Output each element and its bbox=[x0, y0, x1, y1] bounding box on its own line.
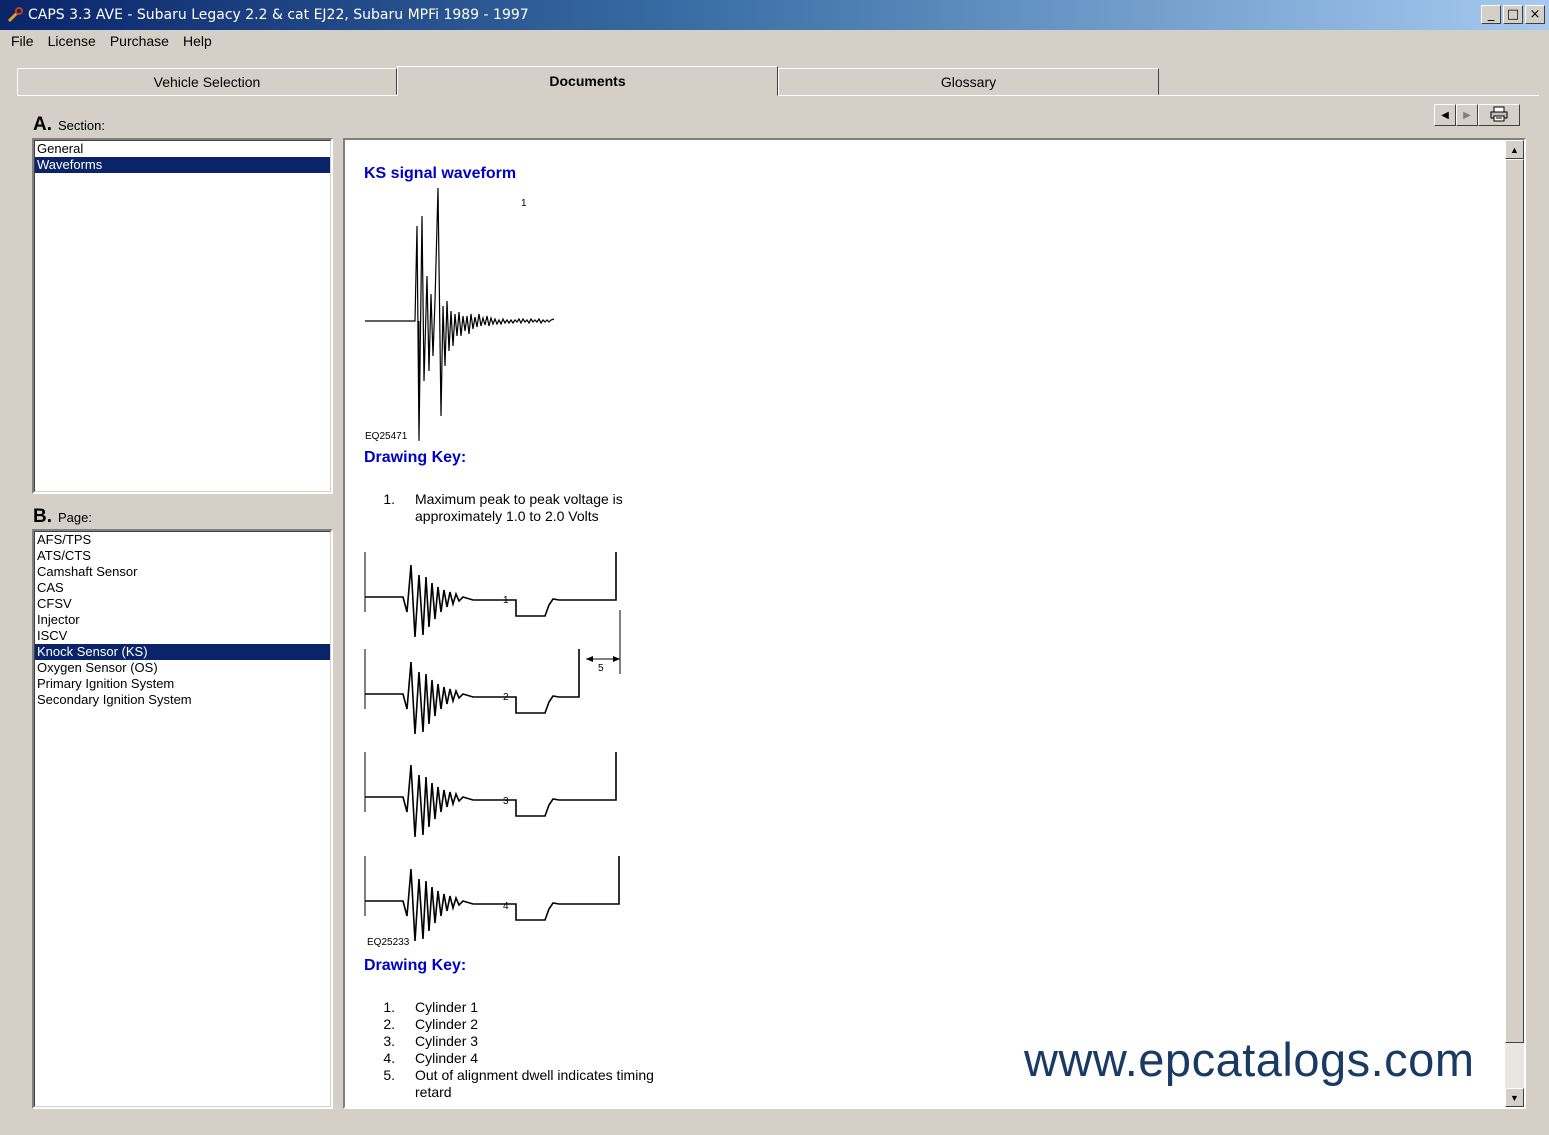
scroll-down-button[interactable]: ▼ bbox=[1505, 1088, 1524, 1107]
section-letter: A. bbox=[33, 114, 52, 135]
menu-file[interactable]: File bbox=[4, 33, 41, 49]
cylinder-4-trace bbox=[365, 856, 620, 942]
section-heading: A. Section: bbox=[33, 114, 105, 136]
watermark: www.epcatalogs.com bbox=[1024, 1033, 1475, 1086]
menu-license[interactable]: License bbox=[41, 33, 103, 49]
page-list-item[interactable]: Knock Sensor (KS) bbox=[35, 644, 330, 660]
section-list-item[interactable]: Waveforms bbox=[35, 157, 330, 173]
drawing-key-number: 3. bbox=[383, 1033, 395, 1049]
menu-purchase[interactable]: Purchase bbox=[103, 33, 176, 49]
drawing-key-number: 2. bbox=[383, 1016, 395, 1032]
printer-icon bbox=[1490, 106, 1508, 125]
figure2-callout-4: 4 bbox=[503, 901, 509, 912]
triangle-right-icon: ▶ bbox=[1463, 109, 1471, 121]
page-list-item[interactable]: Primary Ignition System bbox=[35, 676, 330, 692]
tab-vehicle-selection[interactable]: Vehicle Selection bbox=[17, 68, 397, 95]
document-toolbar: ◀ ▶ bbox=[1434, 104, 1520, 126]
tab-documents[interactable]: Documents bbox=[397, 66, 778, 96]
section-label: Section: bbox=[58, 118, 105, 133]
minimize-button[interactable]: _ bbox=[1481, 5, 1501, 24]
page-listbox[interactable]: AFS/TPS ATS/CTS Camshaft Sensor CAS CFSV Inje… bbox=[32, 529, 333, 1109]
cylinder-2-trace bbox=[365, 649, 580, 735]
prev-page-button[interactable]: ◀ bbox=[1434, 104, 1456, 126]
drawing-key-item: 5. Out of alignment dwell indicates timin… bbox=[365, 1067, 655, 1101]
cylinder-3-trace bbox=[365, 752, 617, 838]
drawing-key-number: 1. bbox=[383, 491, 395, 507]
scroll-up-icon: ▲ bbox=[1510, 144, 1519, 155]
page-list-item[interactable]: Injector bbox=[35, 612, 330, 628]
figure2-callout-2: 2 bbox=[503, 692, 509, 703]
cylinder-1-trace bbox=[365, 552, 617, 638]
drawing-key-text: Out of alignment dwell indicates timing … bbox=[415, 1067, 654, 1100]
triangle-left-icon: ◀ bbox=[1441, 109, 1449, 121]
section-list-item[interactable]: General bbox=[35, 141, 330, 157]
figure2-code: EQ25233 bbox=[367, 937, 410, 948]
figure2-callout-1: 1 bbox=[503, 595, 509, 606]
drawing-key-number: 5. bbox=[383, 1067, 395, 1083]
page-list-item[interactable]: AFS/TPS bbox=[35, 532, 330, 548]
drawing-key-number: 1. bbox=[383, 999, 395, 1015]
section-listbox[interactable]: General Waveforms bbox=[32, 138, 333, 494]
page-letter: B. bbox=[33, 506, 52, 527]
tab-glossary[interactable]: Glossary bbox=[778, 68, 1159, 95]
drawing-key-1-heading: Drawing Key: bbox=[364, 449, 467, 466]
page-list-item[interactable]: Secondary Ignition System bbox=[35, 692, 330, 708]
next-page-button[interactable]: ▶ bbox=[1456, 104, 1478, 126]
drawing-key-item: 3. Cylinder 3 bbox=[365, 1033, 655, 1050]
drawing-key-1-list: 1. Maximum peak to peak voltage is approx… bbox=[365, 491, 655, 525]
ks-waveform-figure: 1 EQ25471 bbox=[365, 187, 555, 442]
scroll-up-button[interactable]: ▲ bbox=[1505, 140, 1524, 159]
cylinder-traces bbox=[364, 552, 620, 942]
drawing-key-item: 1. Cylinder 1 bbox=[365, 999, 655, 1016]
window-title: CAPS 3.3 AVE - Subaru Legacy 2.2 & cat E… bbox=[28, 7, 529, 23]
drawing-key-text: Maximum peak to peak voltage is approxim… bbox=[415, 491, 623, 524]
document-viewer[interactable]: KS signal waveform 1 EQ25471 Drawing Key… bbox=[343, 138, 1526, 1109]
drawing-key-number: 4. bbox=[383, 1050, 395, 1066]
document-title: KS signal waveform bbox=[364, 165, 517, 182]
tab-strip: Vehicle Selection Documents Glossary bbox=[17, 66, 1539, 96]
close-button[interactable]: × bbox=[1525, 5, 1545, 24]
drawing-key-text: Cylinder 1 bbox=[415, 999, 479, 1015]
figure1-callout: 1 bbox=[521, 198, 527, 209]
page-list-item[interactable]: Camshaft Sensor bbox=[35, 564, 330, 580]
figure2-callout-5: 5 bbox=[598, 663, 604, 674]
menu-bar: File License Purchase Help bbox=[0, 30, 219, 52]
figure2-callout-3: 3 bbox=[503, 796, 509, 807]
scroll-thumb[interactable] bbox=[1505, 159, 1524, 1043]
page-label: Page: bbox=[58, 510, 92, 525]
drawing-key-item: 2. Cylinder 2 bbox=[365, 1016, 655, 1033]
drawing-key-item: 1. Maximum peak to peak voltage is approx… bbox=[365, 491, 655, 525]
drawing-key-item: 4. Cylinder 4 bbox=[365, 1050, 655, 1067]
tab-divider bbox=[17, 95, 1539, 96]
document-scrollbar[interactable]: ▲ ▼ bbox=[1505, 140, 1524, 1107]
figure1-code: EQ25471 bbox=[365, 431, 408, 442]
drawing-key-text: Cylinder 2 bbox=[415, 1016, 479, 1032]
page-list-item[interactable]: CFSV bbox=[35, 596, 330, 612]
scroll-down-icon: ▼ bbox=[1510, 1092, 1519, 1103]
drawing-key-2-list: 1. Cylinder 1 2. Cylinder 2 3. Cylinder 3 4. Cy… bbox=[365, 999, 655, 1101]
menu-help[interactable]: Help bbox=[176, 33, 219, 49]
print-button[interactable] bbox=[1478, 104, 1520, 126]
page-heading: B. Page: bbox=[33, 506, 92, 528]
cylinder-waveforms-figure: EQ25233 1 2 3 4 5 bbox=[364, 552, 621, 948]
page-list-item[interactable]: ATS/CTS bbox=[35, 548, 330, 564]
maximize-button[interactable]: □ bbox=[1503, 5, 1523, 24]
wrench-app-icon[interactable] bbox=[6, 6, 24, 24]
drawing-key-text: Cylinder 3 bbox=[415, 1033, 479, 1049]
drawing-key-text: Cylinder 4 bbox=[415, 1050, 479, 1066]
page-list-item[interactable]: ISCV bbox=[35, 628, 330, 644]
page-list-item[interactable]: Oxygen Sensor (OS) bbox=[35, 660, 330, 676]
drawing-key-2-heading: Drawing Key: bbox=[364, 957, 467, 974]
page-list-item[interactable]: CAS bbox=[35, 580, 330, 596]
title-bar: CAPS 3.3 AVE - Subaru Legacy 2.2 & cat E… bbox=[0, 0, 1549, 30]
